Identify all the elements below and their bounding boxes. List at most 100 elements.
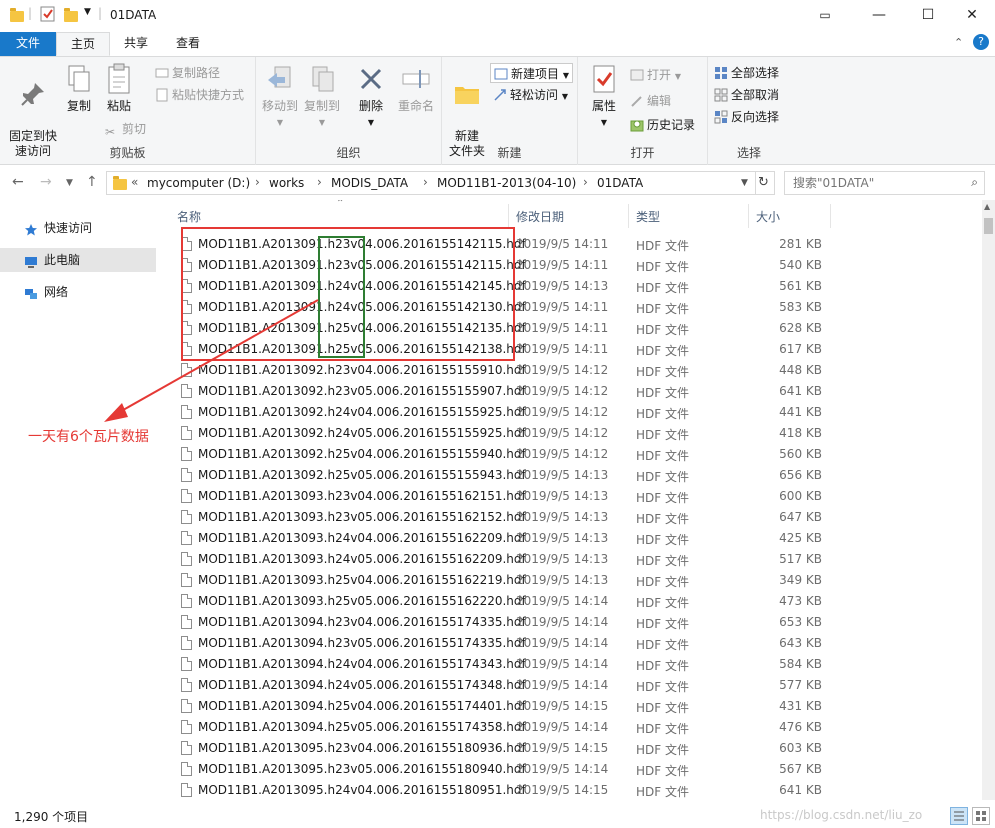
table-row[interactable]: MOD11B1.A2013094.h23v04.006.201615517433…	[178, 612, 838, 633]
table-row[interactable]: MOD11B1.A2013094.h24v05.006.201615517434…	[178, 675, 838, 696]
large-icons-view-button[interactable]	[972, 807, 990, 825]
crumb-separator-icon[interactable]: ›	[255, 175, 260, 189]
search-input[interactable]	[791, 175, 961, 191]
minimize-button[interactable]: —	[856, 0, 902, 30]
table-row[interactable]: MOD11B1.A2013091.h24v04.006.201615514214…	[178, 276, 838, 297]
maximize-button[interactable]: ☐	[905, 0, 951, 30]
table-row[interactable]: MOD11B1.A2013093.h24v05.006.201615516220…	[178, 549, 838, 570]
tab-view[interactable]: 查看	[162, 32, 214, 56]
vertical-scrollbar[interactable]: ▲	[982, 200, 995, 800]
ribbon-collapse-icon[interactable]: ⌃	[954, 36, 963, 49]
table-row[interactable]: MOD11B1.A2013092.h24v05.006.201615515592…	[178, 423, 838, 444]
move-to-button[interactable]: 移动到 ▼	[260, 63, 300, 130]
forward-arrow-icon[interactable]: →	[40, 174, 52, 190]
table-row[interactable]: MOD11B1.A2013094.h25v04.006.201615517440…	[178, 696, 838, 717]
scrollbar-thumb[interactable]	[984, 218, 993, 234]
crumb-works[interactable]: works	[269, 176, 304, 190]
table-row[interactable]: MOD11B1.A2013093.h25v04.006.201615516221…	[178, 570, 838, 591]
tab-home[interactable]: 主页	[56, 32, 111, 56]
tablet-mode-icon[interactable]: ▭	[802, 0, 848, 30]
scroll-up-arrow-icon[interactable]: ▲	[984, 202, 990, 211]
open-button[interactable]: 打开 ▼	[630, 65, 681, 85]
copy-to-button[interactable]: 复制到 ▼	[302, 63, 342, 130]
address-dropdown-icon[interactable]: ▼	[741, 178, 748, 188]
table-row[interactable]: MOD11B1.A2013091.h25v04.006.201615514213…	[178, 318, 838, 339]
column-header-type[interactable]: 类型	[636, 208, 660, 225]
file-date: 2019/9/5 14:12	[516, 384, 609, 398]
address-field[interactable]: « mycomputer (D:) › works › MODIS_DATA ›…	[106, 171, 756, 195]
select-none-button[interactable]: 全部取消	[714, 85, 779, 105]
crumb-separator-icon[interactable]: ›	[317, 175, 322, 189]
up-arrow-icon[interactable]: ↑	[86, 174, 98, 190]
file-type: HDF 文件	[636, 680, 689, 694]
properties-check-icon[interactable]	[40, 6, 56, 25]
column-divider[interactable]	[508, 204, 509, 228]
delete-button[interactable]: 删除 ▼	[354, 63, 388, 130]
copy-path-button[interactable]: 复制路径	[155, 63, 220, 83]
paste-button[interactable]: 粘贴	[102, 63, 136, 114]
table-row[interactable]: MOD11B1.A2013093.h23v05.006.201615516215…	[178, 507, 838, 528]
file-type: HDF 文件	[636, 638, 689, 652]
table-row[interactable]: MOD11B1.A2013095.h23v04.006.201615518093…	[178, 738, 838, 759]
easy-access-button[interactable]: 轻松访问 ▼	[493, 85, 568, 105]
new-folder-icon[interactable]	[64, 7, 78, 25]
table-row[interactable]: MOD11B1.A2013093.h25v05.006.201615516222…	[178, 591, 838, 612]
rename-button[interactable]: 重命名	[394, 63, 438, 114]
table-row[interactable]: MOD11B1.A2013092.h24v04.006.201615515592…	[178, 402, 838, 423]
tab-file[interactable]: 文件	[0, 32, 56, 56]
nav-quick-access[interactable]: 快速访问	[0, 216, 156, 240]
crumb-mod11b1[interactable]: MOD11B1-2013(04-10)	[437, 176, 576, 190]
crumb-drive[interactable]: mycomputer (D:)	[147, 176, 250, 190]
table-row[interactable]: MOD11B1.A2013092.h25v04.006.201615515594…	[178, 444, 838, 465]
crumb-separator-icon[interactable]: ›	[423, 175, 428, 189]
crumb-modis-data[interactable]: MODIS_DATA	[331, 176, 408, 190]
table-row[interactable]: MOD11B1.A2013094.h24v04.006.201615517434…	[178, 654, 838, 675]
crumb-01data[interactable]: 01DATA	[597, 176, 643, 190]
table-row[interactable]: MOD11B1.A2013095.h24v04.006.201615518095…	[178, 780, 838, 800]
table-row[interactable]: MOD11B1.A2013094.h23v05.006.201615517433…	[178, 633, 838, 654]
recent-locations-icon[interactable]: ▼	[66, 178, 73, 188]
table-row[interactable]: MOD11B1.A2013092.h23v04.006.201615515591…	[178, 360, 838, 381]
table-row[interactable]: MOD11B1.A2013091.h25v05.006.201615514213…	[178, 339, 838, 360]
table-row[interactable]: MOD11B1.A2013093.h23v04.006.201615516215…	[178, 486, 838, 507]
nav-network[interactable]: 网络	[0, 280, 156, 304]
table-row[interactable]: MOD11B1.A2013091.h24v05.006.201615514213…	[178, 297, 838, 318]
copy-to-dropdown-icon: ▼	[318, 118, 326, 127]
refresh-button[interactable]: ↻	[753, 171, 775, 195]
column-header-name[interactable]: 名称	[177, 208, 201, 225]
crumb-separator-icon[interactable]: ›	[583, 175, 588, 189]
copy-button[interactable]: 复制	[62, 63, 96, 114]
close-button[interactable]: ✕	[949, 0, 995, 30]
table-row[interactable]: MOD11B1.A2013092.h23v05.006.201615515590…	[178, 381, 838, 402]
column-header-size[interactable]: 大小	[756, 208, 780, 225]
search-box[interactable]: ⌕	[784, 171, 985, 195]
column-divider[interactable]	[628, 204, 629, 228]
history-button[interactable]: 历史记录	[630, 115, 695, 135]
help-icon[interactable]: ?	[973, 34, 989, 50]
new-item-button[interactable]: 新建项目 ▼	[490, 63, 573, 83]
select-all-button[interactable]: 全部选择	[714, 63, 779, 83]
properties-button[interactable]: 属性 ▼	[584, 63, 624, 130]
column-header-date[interactable]: 修改日期	[516, 208, 564, 225]
table-row[interactable]: MOD11B1.A2013094.h25v05.006.201615517435…	[178, 717, 838, 738]
column-divider[interactable]	[748, 204, 749, 228]
edit-button[interactable]: 编辑	[630, 91, 671, 111]
table-row[interactable]: MOD11B1.A2013091.h23v05.006.201615514211…	[178, 255, 838, 276]
invert-selection-button[interactable]: 反向选择	[714, 107, 779, 127]
search-icon[interactable]: ⌕	[971, 175, 978, 190]
column-divider[interactable]	[830, 204, 831, 228]
tab-share[interactable]: 共享	[110, 32, 162, 56]
file-name: MOD11B1.A2013094.h25v04.006.201615517440…	[198, 699, 526, 713]
paste-shortcut-button[interactable]: 粘贴快捷方式	[155, 85, 244, 105]
nav-this-pc[interactable]: 此电脑	[0, 248, 156, 272]
table-row[interactable]: MOD11B1.A2013092.h25v05.006.201615515594…	[178, 465, 838, 486]
table-row[interactable]: MOD11B1.A2013091.h23v04.006.201615514211…	[178, 234, 838, 255]
back-arrow-icon[interactable]: ←	[12, 174, 24, 190]
table-row[interactable]: MOD11B1.A2013095.h23v05.006.201615518094…	[178, 759, 838, 780]
details-view-button[interactable]	[950, 807, 968, 825]
table-row[interactable]: MOD11B1.A2013093.h24v04.006.201615516220…	[178, 528, 838, 549]
overflow-crumb-icon[interactable]: «	[131, 175, 138, 189]
cut-button[interactable]: ✂ 剪切	[105, 119, 146, 139]
file-size: 561 KB	[779, 279, 822, 293]
quick-access-dropdown-icon[interactable]: ▼	[84, 7, 91, 17]
